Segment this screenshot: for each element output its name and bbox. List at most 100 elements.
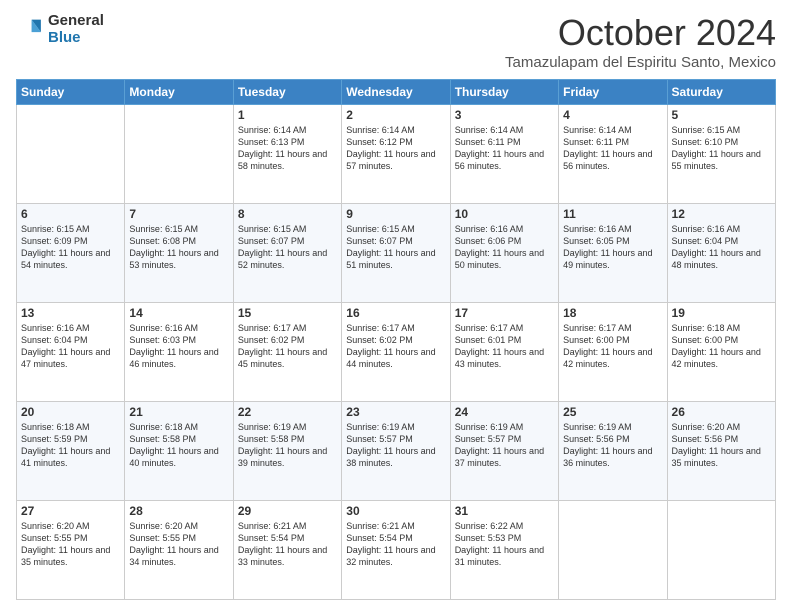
cell-info-text: Sunrise: 6:19 AM Sunset: 5:57 PM Dayligh…: [346, 421, 445, 470]
cell-day-number: 21: [129, 405, 228, 419]
cell-day-number: 22: [238, 405, 337, 419]
cell-info-text: Sunrise: 6:19 AM Sunset: 5:57 PM Dayligh…: [455, 421, 554, 470]
cell-day-number: 9: [346, 207, 445, 221]
cell-info-text: Sunrise: 6:18 AM Sunset: 5:59 PM Dayligh…: [21, 421, 120, 470]
cell-day-number: 20: [21, 405, 120, 419]
cell-day-number: 30: [346, 504, 445, 518]
cell-day-number: 10: [455, 207, 554, 221]
cell-day-number: 5: [672, 108, 771, 122]
table-row: 2 Sunrise: 6:14 AM Sunset: 6:12 PM Daylig…: [342, 105, 450, 204]
cell-info-text: Sunrise: 6:14 AM Sunset: 6:12 PM Dayligh…: [346, 124, 445, 173]
table-row: 23 Sunrise: 6:19 AM Sunset: 5:57 PM Dayli…: [342, 402, 450, 501]
cell-day-number: 29: [238, 504, 337, 518]
cell-day-number: 28: [129, 504, 228, 518]
cell-info-text: Sunrise: 6:21 AM Sunset: 5:54 PM Dayligh…: [346, 520, 445, 569]
col-tuesday: Tuesday: [233, 80, 341, 105]
table-row: 11 Sunrise: 6:16 AM Sunset: 6:05 PM Dayli…: [559, 204, 667, 303]
cell-info-text: Sunrise: 6:18 AM Sunset: 5:58 PM Dayligh…: [129, 421, 228, 470]
table-row: 27Sunrise: 6:20 AM Sunset: 5:55 PM Dayli…: [17, 501, 125, 600]
cell-day-number: 14: [129, 306, 228, 320]
table-row: 5 Sunrise: 6:15 AM Sunset: 6:10 PM Daylig…: [667, 105, 775, 204]
cell-day-number: 4: [563, 108, 662, 122]
cell-day-number: 6: [21, 207, 120, 221]
logo-icon: [16, 15, 44, 43]
cell-day-number: 11: [563, 207, 662, 221]
calendar-week-row: 13Sunrise: 6:16 AM Sunset: 6:04 PM Dayli…: [17, 303, 776, 402]
cell-info-text: Sunrise: 6:17 AM Sunset: 6:02 PM Dayligh…: [238, 322, 337, 371]
cell-info-text: Sunrise: 6:19 AM Sunset: 5:56 PM Dayligh…: [563, 421, 662, 470]
table-row: 4 Sunrise: 6:14 AM Sunset: 6:11 PM Daylig…: [559, 105, 667, 204]
cell-day-number: 12: [672, 207, 771, 221]
cell-day-number: 18: [563, 306, 662, 320]
cell-info-text: Sunrise: 6:15 AM Sunset: 6:08 PM Dayligh…: [129, 223, 228, 272]
cell-info-text: Sunrise: 6:20 AM Sunset: 5:55 PM Dayligh…: [21, 520, 120, 569]
table-row: 21 Sunrise: 6:18 AM Sunset: 5:58 PM Dayli…: [125, 402, 233, 501]
cell-info-text: Sunrise: 6:16 AM Sunset: 6:04 PM Dayligh…: [672, 223, 771, 272]
table-row: 3Sunrise: 6:14 AM Sunset: 6:11 PM Daylig…: [450, 105, 558, 204]
month-title: October 2024: [505, 12, 776, 54]
cell-day-number: 26: [672, 405, 771, 419]
cell-day-number: 16: [346, 306, 445, 320]
cell-info-text: Sunrise: 6:22 AM Sunset: 5:53 PM Dayligh…: [455, 520, 554, 569]
cell-info-text: Sunrise: 6:19 AM Sunset: 5:58 PM Dayligh…: [238, 421, 337, 470]
col-thursday: Thursday: [450, 80, 558, 105]
title-block: October 2024 Tamazulapam del Espiritu Sa…: [505, 12, 776, 71]
table-row: 22 Sunrise: 6:19 AM Sunset: 5:58 PM Dayli…: [233, 402, 341, 501]
cell-day-number: 17: [455, 306, 554, 320]
cell-day-number: 31: [455, 504, 554, 518]
cell-day-number: 23: [346, 405, 445, 419]
cell-day-number: 2: [346, 108, 445, 122]
table-row: 20 Sunrise: 6:18 AM Sunset: 5:59 PM Dayli…: [17, 402, 125, 501]
table-row: 10Sunrise: 6:16 AM Sunset: 6:06 PM Dayli…: [450, 204, 558, 303]
table-row: 28 Sunrise: 6:20 AM Sunset: 5:55 PM Dayli…: [125, 501, 233, 600]
table-row: 29 Sunrise: 6:21 AM Sunset: 5:54 PM Dayli…: [233, 501, 341, 600]
cell-info-text: Sunrise: 6:17 AM Sunset: 6:02 PM Dayligh…: [346, 322, 445, 371]
table-row: 17 Sunrise: 6:17 AM Sunset: 6:01 PM Dayli…: [450, 303, 558, 402]
table-row: 31 Sunrise: 6:22 AM Sunset: 5:53 PM Dayli…: [450, 501, 558, 600]
table-row: [17, 105, 125, 204]
col-sunday: Sunday: [17, 80, 125, 105]
cell-info-text: Sunrise: 6:15 AM Sunset: 6:10 PM Dayligh…: [672, 124, 771, 173]
cell-day-number: 19: [672, 306, 771, 320]
table-row: 8 Sunrise: 6:15 AM Sunset: 6:07 PM Daylig…: [233, 204, 341, 303]
cell-info-text: Sunrise: 6:15 AM Sunset: 6:07 PM Dayligh…: [346, 223, 445, 272]
table-row: 19 Sunrise: 6:18 AM Sunset: 6:00 PM Dayli…: [667, 303, 775, 402]
cell-info-text: Sunrise: 6:14 AM Sunset: 6:11 PM Dayligh…: [563, 124, 662, 173]
logo-general: General: [48, 12, 104, 29]
calendar-week-row: 1Sunrise: 6:14 AM Sunset: 6:13 PM Daylig…: [17, 105, 776, 204]
table-row: 16 Sunrise: 6:17 AM Sunset: 6:02 PM Dayli…: [342, 303, 450, 402]
calendar-week-row: 27Sunrise: 6:20 AM Sunset: 5:55 PM Dayli…: [17, 501, 776, 600]
cell-info-text: Sunrise: 6:21 AM Sunset: 5:54 PM Dayligh…: [238, 520, 337, 569]
table-row: [667, 501, 775, 600]
cell-day-number: 8: [238, 207, 337, 221]
cell-info-text: Sunrise: 6:20 AM Sunset: 5:56 PM Dayligh…: [672, 421, 771, 470]
cell-info-text: Sunrise: 6:16 AM Sunset: 6:05 PM Dayligh…: [563, 223, 662, 272]
page: General Blue October 2024 Tamazulapam de…: [0, 0, 792, 612]
col-wednesday: Wednesday: [342, 80, 450, 105]
cell-info-text: Sunrise: 6:15 AM Sunset: 6:07 PM Dayligh…: [238, 223, 337, 272]
location-subtitle: Tamazulapam del Espiritu Santo, Mexico: [505, 54, 776, 71]
cell-day-number: 15: [238, 306, 337, 320]
table-row: 15 Sunrise: 6:17 AM Sunset: 6:02 PM Dayli…: [233, 303, 341, 402]
table-row: 6 Sunrise: 6:15 AM Sunset: 6:09 PM Daylig…: [17, 204, 125, 303]
table-row: 30 Sunrise: 6:21 AM Sunset: 5:54 PM Dayli…: [342, 501, 450, 600]
col-saturday: Saturday: [667, 80, 775, 105]
col-monday: Monday: [125, 80, 233, 105]
cell-info-text: Sunrise: 6:20 AM Sunset: 5:55 PM Dayligh…: [129, 520, 228, 569]
cell-info-text: Sunrise: 6:18 AM Sunset: 6:00 PM Dayligh…: [672, 322, 771, 371]
cell-info-text: Sunrise: 6:16 AM Sunset: 6:04 PM Dayligh…: [21, 322, 120, 371]
table-row: [125, 105, 233, 204]
table-row: 1Sunrise: 6:14 AM Sunset: 6:13 PM Daylig…: [233, 105, 341, 204]
cell-info-text: Sunrise: 6:14 AM Sunset: 6:13 PM Dayligh…: [238, 124, 337, 173]
table-row: 13Sunrise: 6:16 AM Sunset: 6:04 PM Dayli…: [17, 303, 125, 402]
table-row: 14 Sunrise: 6:16 AM Sunset: 6:03 PM Dayli…: [125, 303, 233, 402]
table-row: 24Sunrise: 6:19 AM Sunset: 5:57 PM Dayli…: [450, 402, 558, 501]
cell-info-text: Sunrise: 6:16 AM Sunset: 6:03 PM Dayligh…: [129, 322, 228, 371]
cell-day-number: 3: [455, 108, 554, 122]
logo-blue: Blue: [48, 29, 104, 46]
cell-info-text: Sunrise: 6:17 AM Sunset: 6:00 PM Dayligh…: [563, 322, 662, 371]
calendar-week-row: 6 Sunrise: 6:15 AM Sunset: 6:09 PM Daylig…: [17, 204, 776, 303]
cell-info-text: Sunrise: 6:15 AM Sunset: 6:09 PM Dayligh…: [21, 223, 120, 272]
cell-info-text: Sunrise: 6:17 AM Sunset: 6:01 PM Dayligh…: [455, 322, 554, 371]
cell-day-number: 25: [563, 405, 662, 419]
